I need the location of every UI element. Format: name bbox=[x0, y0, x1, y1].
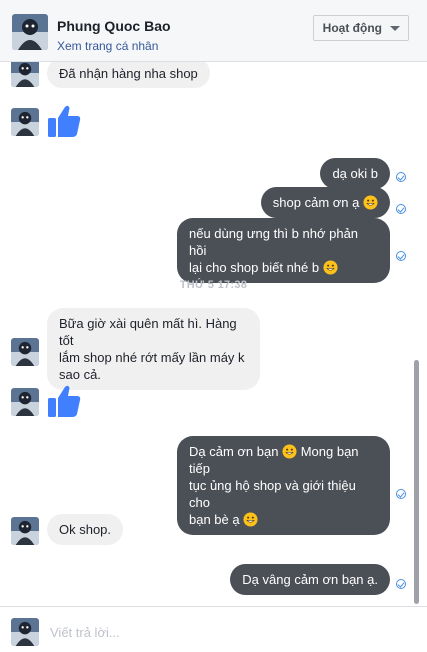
status-button-label: Hoạt động bbox=[322, 21, 382, 35]
seen-check-icon bbox=[396, 251, 406, 261]
thumbs-up-icon bbox=[46, 383, 82, 419]
sender-avatar bbox=[11, 62, 39, 87]
seen-check-icon bbox=[396, 579, 406, 589]
message-incoming[interactable]: Bữa giờ xài quên mất hì. Hàng tốt lắm sh… bbox=[47, 308, 260, 390]
view-profile-link[interactable]: Xem trang cá nhân bbox=[57, 39, 158, 53]
page-avatar bbox=[11, 618, 39, 646]
thread-scrollbar[interactable] bbox=[414, 360, 419, 604]
message-text: shop cảm ơn ạ bbox=[272, 195, 360, 210]
message-text: lại cho shop biết nhé b bbox=[189, 260, 320, 275]
message-text: Bữa giờ xài quên mất hì. Hàng tốt bbox=[59, 316, 237, 348]
seen-check-icon bbox=[396, 172, 406, 182]
message-text: sao cả. bbox=[59, 367, 101, 382]
reply-composer bbox=[0, 606, 427, 652]
message-text: Dạ vâng cảm ơn bạn ạ. bbox=[242, 572, 378, 587]
contact-name[interactable]: Phung Quoc Bao bbox=[57, 18, 171, 34]
message-text: Ok shop. bbox=[59, 522, 112, 537]
seen-check-icon bbox=[396, 204, 406, 214]
sender-avatar bbox=[11, 388, 39, 416]
seen-check-icon bbox=[396, 489, 406, 499]
sender-avatar bbox=[11, 108, 39, 136]
message-outgoing[interactable]: dạ oki b bbox=[320, 158, 390, 189]
message-thread[interactable]: Đã nhận hàng nha shop dạ oki b shop cảm … bbox=[0, 62, 427, 606]
message-outgoing[interactable]: Dạ vâng cảm ơn bạn ạ. bbox=[230, 564, 390, 595]
message-text: lắm shop nhé rớt mấy lần máy k bbox=[59, 350, 245, 365]
message-outgoing[interactable]: shop cảm ơn ạ bbox=[260, 187, 390, 218]
sender-avatar bbox=[11, 517, 39, 545]
sender-avatar bbox=[11, 338, 39, 366]
thread-timestamp: THỨ 5 17:38 bbox=[179, 279, 248, 291]
thumbs-up-icon bbox=[46, 103, 82, 139]
message-text: nếu dùng ưng thì b nhớ phản hồi bbox=[189, 226, 359, 258]
message-text: bạn bè ạ bbox=[189, 512, 240, 527]
message-incoming[interactable]: Đã nhận hàng nha shop bbox=[47, 62, 210, 88]
message-text: Đã nhận hàng nha shop bbox=[59, 66, 198, 81]
grinning-face-icon bbox=[243, 512, 258, 527]
reply-input[interactable] bbox=[48, 619, 392, 645]
grinning-face-icon bbox=[363, 195, 378, 210]
grinning-face-icon bbox=[282, 444, 297, 459]
chat-header: Phung Quoc Bao Xem trang cá nhân Hoạt độ… bbox=[0, 0, 427, 62]
message-text: Dạ cảm ơn bạn bbox=[189, 444, 279, 459]
caret-down-icon bbox=[390, 26, 400, 31]
status-dropdown-button[interactable]: Hoạt động bbox=[312, 15, 409, 41]
message-text: dạ oki b bbox=[332, 166, 378, 181]
message-text: tục ủng hộ shop và giới thiệu cho bbox=[189, 478, 356, 510]
grinning-face-icon bbox=[323, 260, 338, 275]
message-incoming[interactable]: Ok shop. bbox=[47, 514, 124, 545]
message-outgoing[interactable]: Dạ cảm ơn bạn Mong bạn tiếp tục ủng hộ s… bbox=[177, 436, 390, 535]
contact-avatar[interactable] bbox=[12, 14, 48, 50]
message-outgoing[interactable]: nếu dùng ưng thì b nhớ phản hồi lại cho … bbox=[177, 218, 390, 283]
